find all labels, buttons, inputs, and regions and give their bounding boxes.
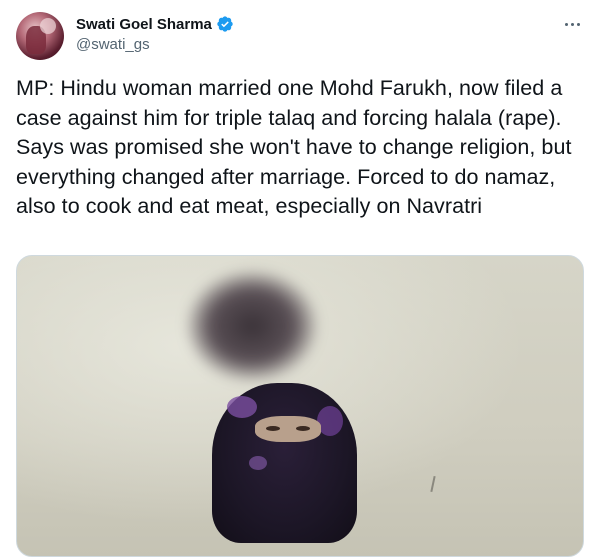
verified-badge-icon xyxy=(217,16,233,32)
avatar-highlight xyxy=(40,18,56,34)
more-options-icon[interactable] xyxy=(560,14,584,34)
more-dot xyxy=(576,22,580,26)
name-row: Swati Goel Sharma xyxy=(76,14,234,34)
more-dot xyxy=(570,22,574,26)
tweet-card[interactable]: Swati Goel Sharma @swati_gs MP: Hindu wo… xyxy=(0,0,600,557)
blurred-figure xyxy=(187,271,317,381)
author-handle[interactable]: @swati_gs xyxy=(76,36,234,53)
veil-pattern xyxy=(249,456,267,470)
tweet-text: MP: Hindu woman married one Mohd Farukh,… xyxy=(16,76,572,218)
avatar[interactable] xyxy=(16,12,64,60)
eye-opening xyxy=(255,416,321,442)
eye xyxy=(266,426,280,431)
eye xyxy=(296,426,310,431)
more-dot xyxy=(564,22,568,26)
author-display-name[interactable]: Swati Goel Sharma xyxy=(76,16,212,33)
veil-pattern xyxy=(227,396,257,418)
tweet-media-image[interactable] xyxy=(16,255,584,557)
author-block: Swati Goel Sharma @swati_gs xyxy=(76,14,234,53)
